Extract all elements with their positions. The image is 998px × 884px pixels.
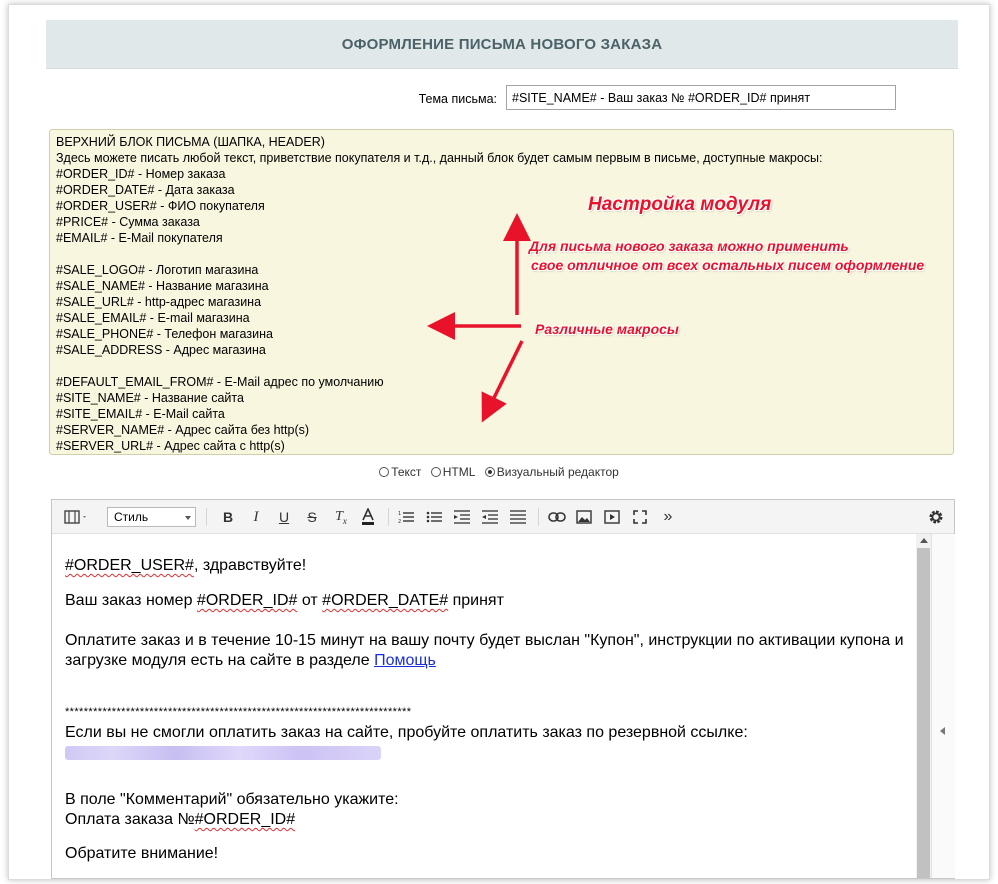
editor-toolbar: Стиль B I U S Tx 12 »: [52, 500, 954, 534]
mode-html-label: HTML: [442, 465, 476, 479]
ordered-list-icon[interactable]: 12: [396, 507, 416, 527]
radio-text[interactable]: [379, 467, 390, 477]
italic-icon[interactable]: I: [246, 507, 266, 527]
order-line: Ваш заказ номер #ORDER_ID# от #ORDER_DAT…: [65, 591, 916, 611]
style-select-label: Стиль: [114, 510, 149, 524]
order-id-var: #ORDER_ID#: [196, 592, 298, 609]
mode-visual-label: Визуальный редактор: [496, 465, 619, 479]
annotation-title: Настройка модуля: [588, 194, 772, 215]
blurred-link[interactable]: [65, 746, 381, 760]
visual-editor: Стиль B I U S Tx 12 » #ORDER_USER#, здра…: [51, 499, 955, 879]
underline-icon[interactable]: U: [274, 507, 294, 527]
indent-icon[interactable]: [480, 507, 500, 527]
toolbar-divider: [388, 508, 389, 526]
strikethrough-icon[interactable]: S: [302, 507, 322, 527]
radio-html[interactable]: [430, 467, 441, 477]
mode-html-option[interactable]: HTML: [430, 465, 476, 479]
radio-visual[interactable]: [484, 467, 495, 477]
payment-line: Оплата заказа №#ORDER_ID#: [65, 810, 916, 830]
annotation-description-line2: свое отличное от всех остальных писем оф…: [531, 257, 925, 273]
mode-visual-option[interactable]: Визуальный редактор: [484, 465, 619, 479]
text-color-icon[interactable]: [358, 507, 378, 527]
more-icon[interactable]: »: [658, 507, 678, 527]
greeting-rest: , здравствуйте!: [193, 557, 307, 574]
outdent-icon[interactable]: [452, 507, 472, 527]
backup-link-text: Если вы не смогли оплатить заказ на сайт…: [65, 724, 748, 741]
editor-mode-switch: Текст HTML Визуальный редактор: [9, 465, 989, 480]
chevron-down-icon: [185, 516, 191, 520]
order-mid: от: [297, 592, 323, 609]
scrollbar-thumb[interactable]: [917, 548, 930, 878]
comment-text: В поле "Комментарий" обязательно укажите…: [65, 791, 399, 808]
pay-line-1: Оплатите заказ и в течение 10-15 минут н…: [65, 632, 904, 649]
help-link[interactable]: Помощь: [374, 652, 436, 669]
greeting-var: #ORDER_USER#: [65, 557, 194, 574]
settings-panel: ОФОРМЛЕНИЕ ПИСЬМА НОВОГО ЗАКАЗА Тема пис…: [8, 4, 990, 880]
side-panel-toggle[interactable]: [931, 534, 955, 878]
arrow-down-left: [481, 340, 524, 423]
stars-separator: ****************************************…: [65, 706, 412, 718]
payment-pre: Оплата заказа №: [65, 811, 195, 828]
order-pre: Ваш заказ номер: [65, 592, 197, 609]
style-select[interactable]: Стиль: [107, 507, 196, 527]
image-icon[interactable]: [574, 507, 594, 527]
bold-icon[interactable]: B: [218, 507, 238, 527]
editor-content[interactable]: #ORDER_USER#, здравствуйте! Ваш заказ но…: [52, 534, 916, 878]
attention-text: Обратите внимание!: [65, 845, 219, 862]
annotation-description-line1: Для письма нового заказа можно применить: [529, 238, 849, 254]
annotation-macros: Различные макросы: [535, 321, 679, 337]
clear-format-icon[interactable]: Tx: [330, 507, 352, 527]
toolbar-divider: [538, 508, 539, 526]
editor-scrollbar[interactable]: [916, 534, 931, 878]
layout-icon[interactable]: [62, 507, 92, 527]
mode-text-option[interactable]: Текст: [379, 465, 421, 479]
toolbar-divider: [206, 508, 207, 526]
pay-line-2-text: загрузке модуля есть на сайте в разделе: [65, 652, 375, 669]
payment-id-var: #ORDER_ID#: [194, 811, 296, 828]
greeting-line: #ORDER_USER#, здравствуйте!: [65, 556, 916, 576]
unordered-list-icon[interactable]: [424, 507, 444, 527]
svg-text:2: 2: [398, 519, 401, 524]
mode-text-label: Текст: [391, 465, 422, 479]
svg-text:1: 1: [398, 511, 401, 517]
link-icon[interactable]: [546, 507, 568, 527]
scroll-up-icon[interactable]: [920, 538, 928, 543]
settings-icon[interactable]: [926, 507, 946, 527]
justify-icon[interactable]: [508, 507, 528, 527]
chevron-left-icon: [940, 727, 945, 735]
blurred-link-row: [65, 743, 916, 763]
fullscreen-icon[interactable]: [630, 507, 650, 527]
order-date-var: #ORDER_DATE#: [322, 592, 449, 609]
video-icon[interactable]: [602, 507, 622, 527]
order-post: принят: [448, 592, 504, 609]
pay-line-2: загрузке модуля есть на сайте в разделе …: [65, 651, 916, 671]
